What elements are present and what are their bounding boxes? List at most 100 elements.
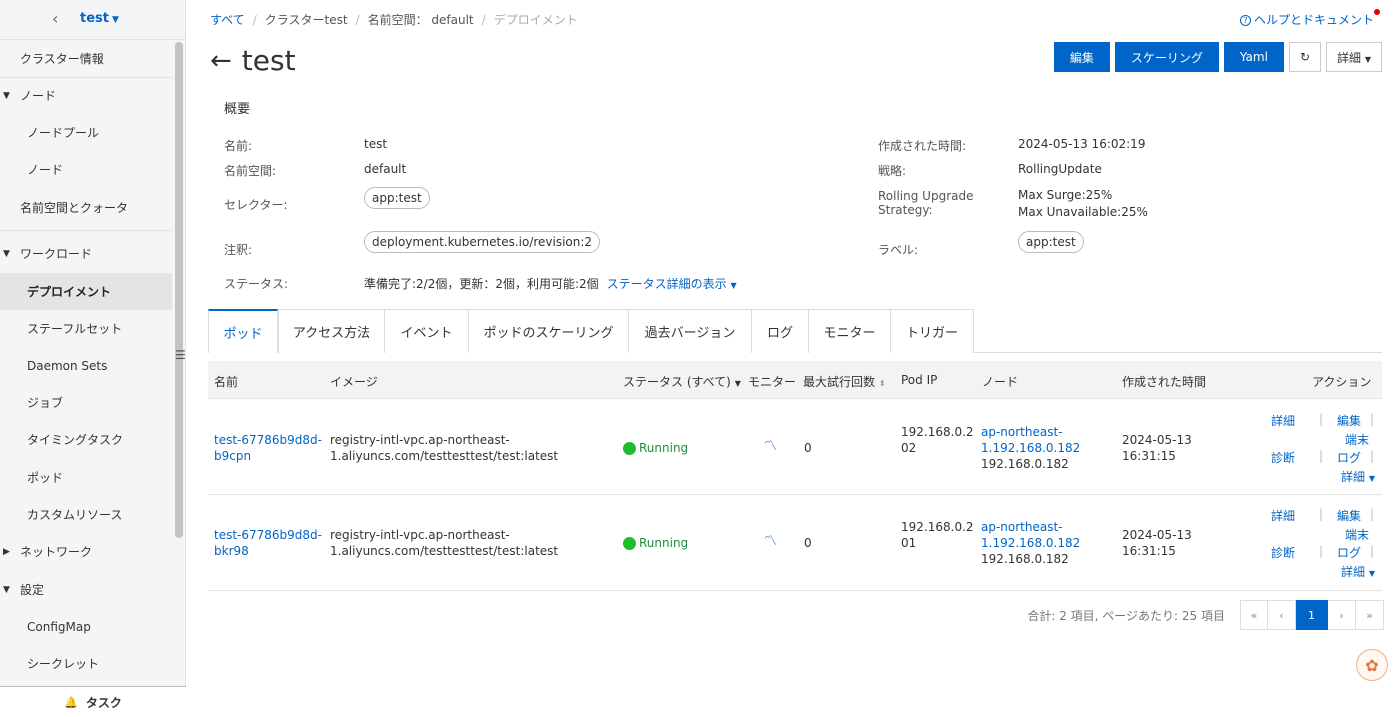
sidebar-group-workloads[interactable]: ▼ ワークロード [0, 235, 172, 272]
diagnose-action-link[interactable]: 診断 [1271, 544, 1295, 561]
sidebar-scrollbar[interactable] [175, 42, 183, 538]
node-link[interactable]: ap-northeast- 1.192.168.0.182 [981, 519, 1080, 551]
yaml-button[interactable]: Yaml [1223, 42, 1284, 72]
status-details-link[interactable]: ステータス詳細の表示 ▼ [607, 277, 737, 291]
task-label: タスク [85, 695, 122, 710]
node-line: ap-northeast- [981, 520, 1063, 534]
time-line: 16:31:15 [1122, 449, 1176, 463]
pod-image: registry-intl-vpc.ap-northeast- 1.aliyunc… [330, 432, 558, 464]
status-running-icon [623, 536, 636, 550]
scaling-button[interactable]: スケーリング [1114, 42, 1219, 72]
sidebar-item-label: 名前空間とクォータ [20, 201, 129, 215]
terminal-action-link[interactable]: 端末 [1345, 526, 1369, 543]
breadcrumb-all[interactable]: すべて [210, 13, 245, 27]
breadcrumb-namespace[interactable]: 名前空間： default [368, 13, 474, 27]
detail-action-link[interactable]: 詳細 [1271, 507, 1295, 524]
sidebar-item-label: カスタムリソース [27, 508, 123, 522]
node-link[interactable]: ap-northeast- 1.192.168.0.182 [981, 424, 1080, 456]
more-action-dropdown[interactable]: 詳細 ▼ [1341, 468, 1375, 485]
breadcrumb-separator: / [481, 13, 486, 27]
sidebar-item-cronjobs[interactable]: タイミングタスク [0, 421, 172, 458]
tab-pods[interactable]: ポッド [208, 309, 278, 353]
next-page-button[interactable]: › [1328, 600, 1356, 630]
sidebar-item-daemonsets[interactable]: Daemon Sets [0, 347, 172, 384]
sidebar-group-settings[interactable]: ▼ 設定 [0, 571, 172, 608]
prev-page-button[interactable]: ‹ [1268, 600, 1296, 630]
chart-line-icon[interactable]: 〽 [764, 534, 777, 550]
annotation-label: 注釈: [224, 243, 253, 257]
caret-down-icon: ▼ [3, 90, 10, 101]
sidebar-item-label: ノード [27, 163, 64, 177]
name-label: 名前: [224, 139, 253, 153]
tab-history-versions[interactable]: 過去バージョン [628, 309, 752, 353]
namespace-value: default [364, 162, 407, 176]
sidebar-item-label: ステーフルセット [27, 322, 123, 336]
arrow-left-icon[interactable]: ← [210, 46, 232, 76]
tab-triggers[interactable]: トリガー [890, 309, 974, 353]
sidebar-group-network[interactable]: ▶ ネットワーク [0, 533, 172, 570]
sidebar-item-label: ノード [20, 89, 57, 103]
sidebar-item-pods[interactable]: ポッド [0, 459, 172, 496]
breadcrumb-cluster[interactable]: クラスターtest [265, 13, 348, 27]
action-separator: | [1370, 544, 1375, 558]
sidebar-item-statefulsets[interactable]: ステーフルセット [0, 310, 172, 347]
cluster-name: test [80, 11, 109, 26]
pod-created: 2024-05-13 16:31:15 [1122, 432, 1192, 464]
node-ip-line: 192.168.0.182 [981, 552, 1069, 566]
image-line: registry-intl-vpc.ap-northeast- [330, 528, 510, 542]
sidebar-item-secrets[interactable]: シークレット [0, 645, 172, 682]
selector-tag: app:test [364, 187, 430, 209]
sidebar-group-nodes[interactable]: ▼ ノード [0, 77, 172, 114]
tab-monitor[interactable]: モニター [808, 309, 891, 353]
pod-name-link[interactable]: test-67786b9d8d-b9cpn [214, 432, 322, 464]
edit-action-link[interactable]: 編集 [1337, 412, 1361, 429]
last-page-button[interactable]: » [1356, 600, 1384, 630]
log-action-link[interactable]: ログ [1337, 544, 1361, 561]
tab-events[interactable]: イベント [384, 309, 469, 353]
sidebar-item-label: ポッド [27, 471, 64, 485]
column-header-retries[interactable]: 最大試行回数 ⬍ [803, 373, 886, 390]
tab-logs[interactable]: ログ [751, 309, 809, 353]
image-line: registry-intl-vpc.ap-northeast- [330, 433, 510, 447]
details-dropdown-button[interactable]: 詳細 ▼ [1326, 42, 1382, 72]
first-page-button[interactable]: « [1240, 600, 1268, 630]
column-header-status[interactable]: ステータス (すべて) ▼ [623, 373, 741, 390]
pod-created: 2024-05-13 16:31:15 [1122, 527, 1192, 559]
sidebar-item-cluster-info[interactable]: クラスター情報 [0, 40, 172, 77]
refresh-button[interactable]: ↻ [1288, 42, 1321, 72]
tab-access-methods[interactable]: アクセス方法 [278, 309, 385, 353]
column-header-node: ノード [982, 375, 1019, 389]
sidebar-item-label: ノードプール [27, 126, 100, 140]
task-button[interactable]: 🔔 タスク [0, 686, 186, 717]
pod-name-link[interactable]: test-67786b9d8d-bkr98 [214, 527, 322, 559]
sidebar-item-jobs[interactable]: ジョブ [0, 384, 172, 421]
terminal-action-link[interactable]: 端末 [1345, 431, 1369, 448]
help-link[interactable]: ? ヘルプとドキュメント [1239, 11, 1374, 28]
page-1-button[interactable]: 1 [1296, 600, 1328, 630]
sidebar-item-namespaces[interactable]: 名前空間とクォータ [0, 189, 172, 226]
details-label: 詳細 [1337, 50, 1362, 65]
log-action-link[interactable]: ログ [1337, 449, 1361, 466]
chart-line-icon[interactable]: 〽 [764, 439, 777, 455]
sidebar-item-node-pool[interactable]: ノードプール [0, 114, 172, 151]
assistant-logo-icon[interactable]: ✿ [1356, 649, 1388, 681]
cluster-selector[interactable]: test ▼ [80, 11, 119, 26]
sidebar-item-deployments[interactable]: デプロイメント [0, 273, 172, 310]
namespace-label: 名前空間: [224, 164, 277, 178]
breadcrumb-separator: / [252, 13, 257, 27]
more-action-dropdown[interactable]: 詳細 ▼ [1341, 563, 1375, 580]
status-header-label: ステータス (すべて) [623, 375, 731, 389]
pod-retries: 0 [804, 441, 812, 455]
sidebar-item-custom-resources[interactable]: カスタムリソース [0, 496, 172, 533]
chevron-left-icon[interactable]: ‹ [52, 9, 58, 28]
diagnose-action-link[interactable]: 診断 [1271, 449, 1295, 466]
tab-pod-scaling[interactable]: ポッドのスケーリング [468, 309, 629, 353]
edit-button[interactable]: 編集 [1053, 42, 1110, 72]
detail-action-link[interactable]: 詳細 [1271, 412, 1295, 429]
question-icon: ? [1239, 15, 1251, 26]
sidebar-item-nodes[interactable]: ノード [0, 151, 172, 188]
ip-line: 01 [901, 536, 917, 550]
sidebar-item-configmap[interactable]: ConfigMap [0, 608, 172, 645]
status-text: Running [639, 441, 689, 455]
edit-action-link[interactable]: 編集 [1337, 507, 1361, 524]
